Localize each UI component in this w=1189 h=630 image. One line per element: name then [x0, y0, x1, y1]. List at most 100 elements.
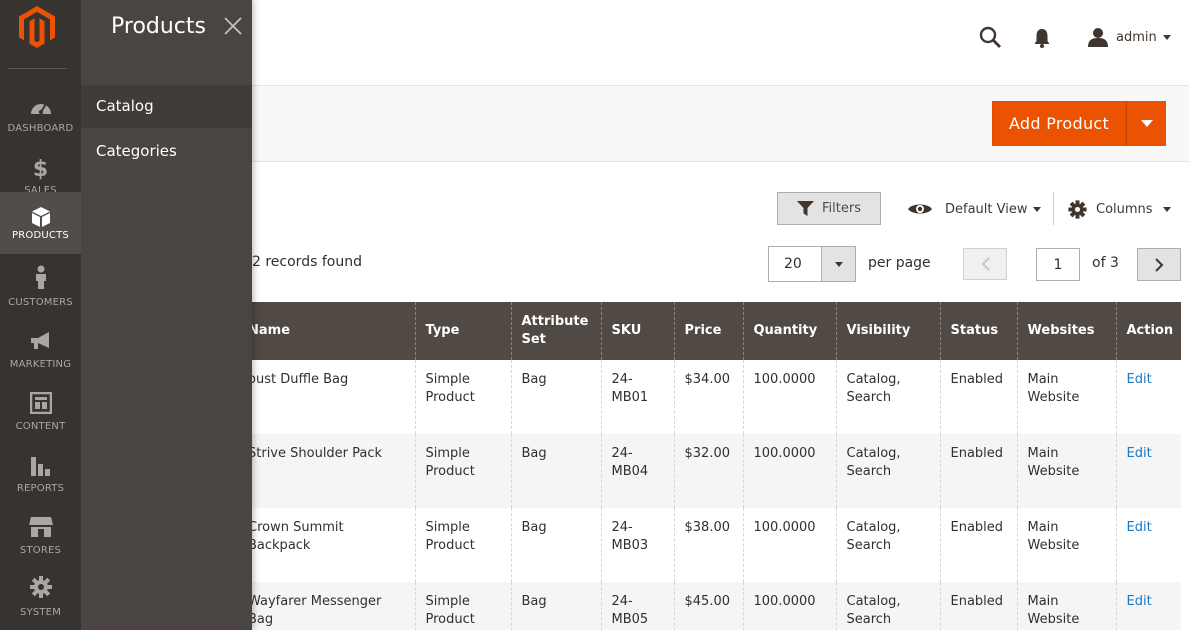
- flyout-title: Products: [111, 14, 206, 39]
- nav-label: CUSTOMERS: [8, 297, 73, 308]
- cell-quantity: 100.0000: [742, 434, 836, 508]
- records-found-count: 2 records found: [252, 254, 362, 270]
- cell-sku: 24-MB03: [600, 508, 674, 582]
- nav-item-dashboard[interactable]: DASHBOARD: [0, 80, 81, 142]
- view-label: Default View: [945, 201, 1028, 217]
- cell-visibility: Catalog, Search: [835, 508, 940, 582]
- page-header: admin: [252, 0, 1189, 86]
- nav-item-products[interactable]: PRODUCTS: [0, 192, 81, 254]
- per-page-label: per page: [868, 255, 931, 271]
- edit-link[interactable]: Edit: [1127, 372, 1152, 387]
- edit-link[interactable]: Edit: [1127, 594, 1152, 609]
- default-view-dropdown[interactable]: Default View: [907, 198, 1042, 220]
- cell-type: Simple Product: [414, 360, 511, 434]
- column-header-attribute-set[interactable]: Attribute Set: [510, 302, 601, 360]
- magento-logo-icon[interactable]: [19, 6, 55, 48]
- cell-action: Edit: [1115, 360, 1181, 434]
- close-icon[interactable]: [224, 17, 242, 35]
- column-header-websites[interactable]: Websites: [1016, 302, 1116, 360]
- column-header-status[interactable]: Status: [939, 302, 1017, 360]
- chevron-right-icon: [1154, 257, 1163, 272]
- columns-label: Columns: [1096, 201, 1153, 217]
- column-header-sku[interactable]: SKU: [600, 302, 674, 360]
- column-header-price[interactable]: Price: [673, 302, 743, 360]
- per-page-dropdown-toggle[interactable]: [821, 247, 855, 281]
- cell-attribute-set: Bag: [510, 582, 601, 630]
- flyout-section-label: Catalog: [96, 97, 154, 115]
- cell-name: Wayfarer Messenger Bag: [240, 582, 415, 630]
- eye-icon: [908, 204, 932, 214]
- cell-visibility: Catalog, Search: [835, 582, 940, 630]
- table-row[interactable]: Crown Summit Backpack Simple Product Bag…: [240, 508, 1181, 582]
- edit-link[interactable]: Edit: [1127, 446, 1152, 461]
- cell-name: Strive Shoulder Pack: [240, 434, 415, 508]
- cell-websites: Main Website: [1016, 360, 1116, 434]
- bell-icon[interactable]: [1033, 28, 1051, 48]
- nav-label: REPORTS: [16, 483, 65, 494]
- previous-page-button[interactable]: [963, 248, 1007, 280]
- admin-sidebar: DASHBOARD $ SALES PRODUCTS CUSTOMERS MAR…: [0, 0, 81, 630]
- flyout-link-categories[interactable]: Categories: [96, 142, 177, 160]
- cell-status: Enabled: [939, 434, 1017, 508]
- cell-action: Edit: [1115, 434, 1181, 508]
- chevron-left-icon: [981, 257, 990, 271]
- toolbar-divider: [1053, 192, 1054, 225]
- nav-label: DASHBOARD: [7, 123, 74, 134]
- table-row[interactable]: oust Duffle Bag Simple Product Bag 24-MB…: [240, 360, 1181, 434]
- column-header-type[interactable]: Type: [414, 302, 511, 360]
- products-flyout-menu: Products Catalog Categories: [81, 0, 252, 630]
- grid-header-row: Name Type Attribute Set SKU Price Quanti…: [240, 302, 1181, 360]
- user-name: admin: [1116, 29, 1157, 45]
- person-icon: [35, 265, 46, 289]
- column-header-visibility[interactable]: Visibility: [835, 302, 940, 360]
- cell-status: Enabled: [939, 582, 1017, 630]
- per-page-select[interactable]: 20: [768, 246, 856, 282]
- cell-action: Edit: [1115, 582, 1181, 630]
- cell-status: Enabled: [939, 360, 1017, 434]
- nav-item-marketing[interactable]: MARKETING: [0, 316, 81, 378]
- nav-item-customers[interactable]: CUSTOMERS: [0, 254, 81, 316]
- chevron-down-icon: [1033, 206, 1042, 212]
- add-product-button[interactable]: Add Product: [992, 101, 1126, 146]
- nav-divider: [8, 68, 67, 69]
- nav-label: CONTENT: [15, 421, 66, 432]
- edit-link[interactable]: Edit: [1127, 520, 1152, 535]
- cell-attribute-set: Bag: [510, 360, 601, 434]
- cell-price: $34.00: [673, 360, 743, 434]
- cell-quantity: 100.0000: [742, 360, 836, 434]
- chevron-down-icon: [1162, 34, 1171, 40]
- columns-dropdown[interactable]: Columns: [1068, 198, 1171, 220]
- cell-attribute-set: Bag: [510, 434, 601, 508]
- cell-quantity: 100.0000: [742, 582, 836, 630]
- nav-item-stores[interactable]: STORES: [0, 502, 81, 564]
- cell-sku: 24-MB05: [600, 582, 674, 630]
- cell-name: Crown Summit Backpack: [248, 520, 344, 553]
- flyout-section-catalog: Catalog: [81, 85, 252, 128]
- table-row[interactable]: Wayfarer Messenger Bag Simple Product Ba…: [240, 582, 1181, 630]
- cell-visibility: Catalog, Search: [835, 434, 940, 508]
- nav-item-system[interactable]: SYSTEM: [0, 564, 81, 626]
- per-page-value: 20: [784, 256, 802, 272]
- column-header-name[interactable]: Name: [240, 302, 415, 360]
- column-header-quantity[interactable]: Quantity: [742, 302, 836, 360]
- filter-funnel-icon: [797, 201, 815, 216]
- page-number-input[interactable]: [1036, 248, 1080, 281]
- nav-label: SYSTEM: [19, 607, 62, 618]
- dollar-icon: $: [32, 156, 49, 182]
- bar-chart-icon: [30, 457, 50, 476]
- add-product-dropdown-toggle[interactable]: [1126, 101, 1166, 146]
- next-page-button[interactable]: [1137, 248, 1181, 281]
- products-grid: Name Type Attribute Set SKU Price Quanti…: [240, 302, 1181, 630]
- nav-item-content[interactable]: CONTENT: [0, 378, 81, 440]
- page-actions-bar: Add Product: [252, 86, 1189, 162]
- cell-attribute-set: Bag: [510, 508, 601, 582]
- nav-label: PRODUCTS: [12, 230, 69, 241]
- search-icon[interactable]: [979, 26, 1001, 48]
- cell-websites: Main Website: [1016, 508, 1116, 582]
- nav-label: MARKETING: [9, 359, 72, 370]
- nav-item-reports[interactable]: REPORTS: [0, 440, 81, 502]
- table-row[interactable]: Strive Shoulder Pack Simple Product Bag …: [240, 434, 1181, 508]
- cell-status: Enabled: [939, 508, 1017, 582]
- filters-button[interactable]: Filters: [777, 192, 881, 225]
- admin-user-menu[interactable]: admin: [1088, 26, 1171, 48]
